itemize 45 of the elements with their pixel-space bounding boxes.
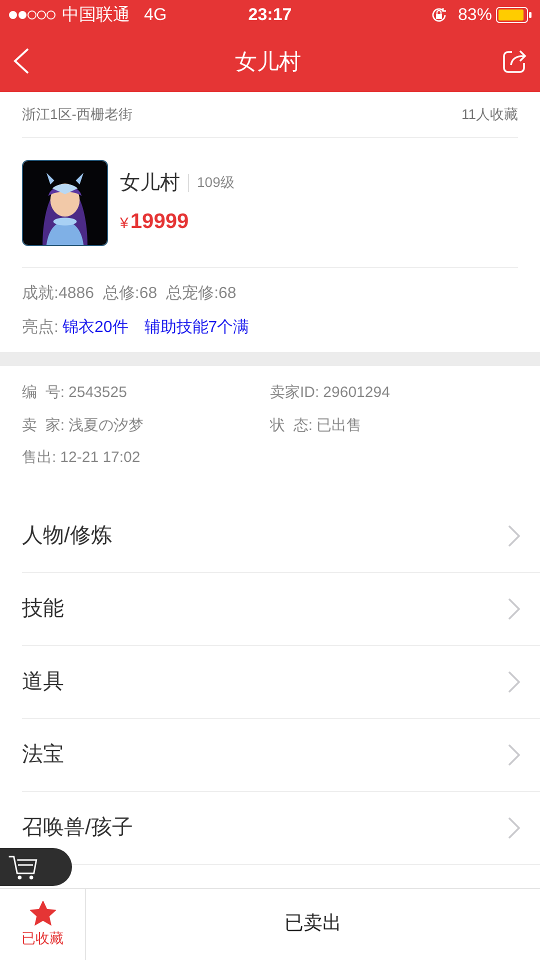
share-icon: [502, 48, 528, 74]
chevron-icon: [508, 671, 520, 693]
server-name: 浙江1区-西栅老街: [22, 105, 132, 124]
chevron-icon: [508, 744, 520, 766]
price: 19999: [130, 208, 189, 235]
highlights-label: 亮点:: [22, 318, 58, 338]
info-value: 浅夏の汐梦: [68, 416, 144, 436]
highlight-tag: 辅助技能7个满: [144, 316, 250, 340]
chevron-icon: [508, 598, 520, 620]
carrier-name: 中国联通: [62, 4, 130, 26]
menu-item[interactable]: 技能: [22, 593, 64, 625]
battery-icon: [496, 7, 532, 23]
cart-icon: [8, 854, 38, 880]
info-value: 29601294: [323, 383, 390, 403]
info-value: 2543525: [68, 383, 127, 403]
highlight-tag: 锦衣20件: [62, 316, 128, 340]
info-label: 卖家ID:: [270, 383, 320, 403]
menu-item[interactable]: 道具: [22, 666, 64, 698]
signal-icon: [8, 9, 56, 21]
character-level: 109级: [197, 173, 234, 192]
info-label: 售出:: [22, 448, 56, 468]
share-button[interactable]: [502, 48, 528, 74]
chevron-icon: [508, 817, 520, 839]
info-label: 状 态:: [270, 416, 313, 436]
back-icon: [12, 47, 30, 75]
menu-item[interactable]: 法宝: [22, 739, 64, 771]
page-title: 女儿村: [235, 48, 301, 76]
battery-percent: 83%: [458, 4, 492, 26]
rotation-lock-icon: [430, 6, 448, 24]
network-type: 4G: [144, 4, 167, 26]
info-label: 编 号:: [22, 383, 65, 403]
stats-text: 成就:4886 总修:68 总宠修:68: [22, 284, 238, 304]
menu-item[interactable]: 召唤兽/孩子: [22, 812, 133, 844]
currency-symbol: ¥: [120, 214, 128, 234]
favorite-button[interactable]: 已收藏: [0, 889, 86, 960]
character-class: 女儿村: [120, 170, 180, 196]
info-value: 已出售: [316, 416, 362, 436]
clock-time: 23:17: [248, 4, 292, 26]
info-label: 卖 家:: [22, 416, 65, 436]
info-value: 12-21 17:02: [60, 448, 140, 468]
favorite-count: 11人收藏: [461, 105, 518, 124]
menu-item[interactable]: 人物/修炼: [22, 520, 112, 552]
sold-out-button[interactable]: 已卖出: [86, 889, 540, 960]
chevron-icon: [508, 525, 520, 547]
cart-button[interactable]: [0, 848, 72, 886]
